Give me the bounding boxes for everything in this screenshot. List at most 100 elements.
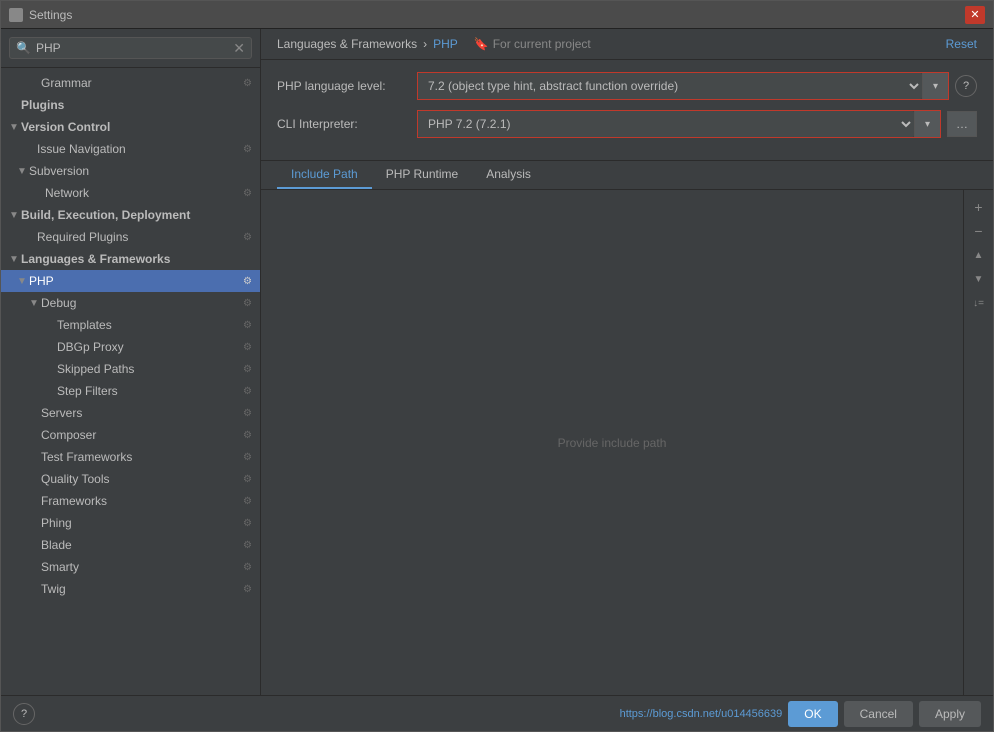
settings-icon: ⚙ bbox=[243, 276, 252, 287]
sidebar-item-label: Step Filters bbox=[57, 384, 118, 398]
sidebar-item-label: Frameworks bbox=[41, 494, 107, 508]
settings-icon: ⚙ bbox=[243, 386, 252, 397]
breadcrumb: Languages & Frameworks › PHP 🔖 For curre… bbox=[277, 37, 591, 51]
empty-hint: Provide include path bbox=[558, 436, 667, 450]
bottom-right: https://blog.csdn.net/u014456639 OK Canc… bbox=[620, 701, 981, 727]
search-clear-icon[interactable]: ✕ bbox=[233, 41, 245, 55]
cli-select-border: PHP 7.2 (7.2.1) ▾ bbox=[417, 110, 941, 138]
php-level-select-border: 7.2 (object type hint, abstract function… bbox=[417, 72, 949, 100]
sidebar-item-composer[interactable]: Composer ⚙ bbox=[1, 424, 260, 446]
sidebar-item-issue-navigation[interactable]: Issue Navigation ⚙ bbox=[1, 138, 260, 160]
cli-interpreter-select[interactable]: PHP 7.2 (7.2.1) bbox=[418, 111, 914, 137]
sidebar-item-label: DBGp Proxy bbox=[57, 340, 124, 354]
sidebar-item-label: Required Plugins bbox=[37, 230, 128, 244]
sidebar-item-plugins[interactable]: Plugins bbox=[1, 94, 260, 116]
sidebar-item-test-frameworks[interactable]: Test Frameworks ⚙ bbox=[1, 446, 260, 468]
url-link[interactable]: https://blog.csdn.net/u014456639 bbox=[620, 708, 783, 720]
sidebar-item-label: Debug bbox=[41, 296, 76, 310]
settings-icon: ⚙ bbox=[243, 342, 252, 353]
php-level-dropdown-arrow[interactable]: ▾ bbox=[922, 73, 948, 99]
cancel-button[interactable]: Cancel bbox=[844, 701, 913, 727]
help-button[interactable]: ? bbox=[955, 75, 977, 97]
search-input[interactable] bbox=[36, 41, 228, 55]
php-language-level-label: PHP language level: bbox=[277, 79, 417, 93]
tab-analysis[interactable]: Analysis bbox=[472, 161, 545, 189]
ok-button[interactable]: OK bbox=[788, 701, 837, 727]
move-up-button[interactable]: ▲ bbox=[968, 244, 990, 266]
php-language-level-select[interactable]: 7.2 (object type hint, abstract function… bbox=[418, 73, 922, 99]
settings-icon: ⚙ bbox=[243, 232, 252, 243]
sidebar-item-version-control[interactable]: ▼ Version Control bbox=[1, 116, 260, 138]
search-icon: 🔍 bbox=[16, 41, 31, 55]
sidebar-item-frameworks[interactable]: Frameworks ⚙ bbox=[1, 490, 260, 512]
php-language-level-row: PHP language level: 7.2 (object type hin… bbox=[277, 72, 977, 100]
sidebar-tree: Grammar ⚙ Plugins ▼ Version Control bbox=[1, 68, 260, 695]
settings-icon: ⚙ bbox=[243, 496, 252, 507]
cli-dropdown-arrow[interactable]: ▾ bbox=[914, 111, 940, 137]
settings-icon: ⚙ bbox=[243, 430, 252, 441]
sidebar-item-languages-frameworks[interactable]: ▼ Languages & Frameworks bbox=[1, 248, 260, 270]
settings-window: Settings ✕ 🔍 ✕ Grammar ⚙ bbox=[0, 0, 994, 732]
tab-include-path[interactable]: Include Path bbox=[277, 161, 372, 189]
move-down-button[interactable]: ▼ bbox=[968, 268, 990, 290]
apply-button[interactable]: Apply bbox=[919, 701, 981, 727]
settings-icon: ⚙ bbox=[243, 78, 252, 89]
remove-path-button[interactable]: − bbox=[968, 220, 990, 242]
cli-more-button[interactable]: … bbox=[947, 111, 977, 137]
sidebar-item-templates[interactable]: Templates ⚙ bbox=[1, 314, 260, 336]
help-circle-button[interactable]: ? bbox=[13, 703, 35, 725]
sidebar-item-label: Quality Tools bbox=[41, 472, 109, 486]
sidebar-item-label: Templates bbox=[57, 318, 112, 332]
sidebar-item-smarty[interactable]: Smarty ⚙ bbox=[1, 556, 260, 578]
sidebar-item-twig[interactable]: Twig ⚙ bbox=[1, 578, 260, 600]
sidebar-item-network[interactable]: Network ⚙ bbox=[1, 182, 260, 204]
settings-icon: ⚙ bbox=[243, 298, 252, 309]
sidebar-item-skipped-paths[interactable]: Skipped Paths ⚙ bbox=[1, 358, 260, 380]
sidebar-item-label: Composer bbox=[41, 428, 96, 442]
settings-icon bbox=[9, 8, 23, 22]
sidebar-item-label: Twig bbox=[41, 582, 66, 596]
main-header: Languages & Frameworks › PHP 🔖 For curre… bbox=[261, 29, 993, 60]
sidebar-item-step-filters[interactable]: Step Filters ⚙ bbox=[1, 380, 260, 402]
reset-button[interactable]: Reset bbox=[946, 37, 977, 51]
sidebar-item-label: Subversion bbox=[29, 164, 89, 178]
sidebar-item-label: Languages & Frameworks bbox=[21, 252, 170, 266]
sidebar-item-label: Test Frameworks bbox=[41, 450, 132, 464]
add-path-button[interactable]: + bbox=[968, 196, 990, 218]
sidebar-item-dbgp-proxy[interactable]: DBGp Proxy ⚙ bbox=[1, 336, 260, 358]
sidebar-item-quality-tools[interactable]: Quality Tools ⚙ bbox=[1, 468, 260, 490]
tab-php-runtime[interactable]: PHP Runtime bbox=[372, 161, 472, 189]
sidebar-item-label: Network bbox=[45, 186, 89, 200]
for-project-label: 🔖 For current project bbox=[474, 37, 591, 51]
sidebar-item-build-execution[interactable]: ▼ Build, Execution, Deployment bbox=[1, 204, 260, 226]
settings-icon: ⚙ bbox=[243, 144, 252, 155]
php-language-level-wrap: 7.2 (object type hint, abstract function… bbox=[417, 72, 977, 100]
sidebar-item-debug[interactable]: ▼ Debug ⚙ bbox=[1, 292, 260, 314]
sidebar-item-blade[interactable]: Blade ⚙ bbox=[1, 534, 260, 556]
sidebar-item-phing[interactable]: Phing ⚙ bbox=[1, 512, 260, 534]
arrow-icon: ▼ bbox=[17, 166, 29, 177]
bottom-bar: ? https://blog.csdn.net/u014456639 OK Ca… bbox=[1, 695, 993, 731]
settings-icon: ⚙ bbox=[243, 188, 252, 199]
close-button[interactable]: ✕ bbox=[965, 6, 985, 24]
settings-icon: ⚙ bbox=[243, 518, 252, 529]
settings-icon: ⚙ bbox=[243, 540, 252, 551]
sidebar-item-grammar[interactable]: Grammar ⚙ bbox=[1, 72, 260, 94]
arrow-icon: ▼ bbox=[17, 276, 29, 287]
sidebar-item-servers[interactable]: Servers ⚙ bbox=[1, 402, 260, 424]
sort-button[interactable]: ↓= bbox=[968, 292, 990, 314]
title-bar: Settings ✕ bbox=[1, 1, 993, 29]
settings-icon: ⚙ bbox=[243, 584, 252, 595]
arrow-icon: ▼ bbox=[9, 210, 21, 221]
sidebar-item-label: Version Control bbox=[21, 120, 110, 134]
sidebar-item-label: Blade bbox=[41, 538, 72, 552]
arrow-icon: ▼ bbox=[9, 254, 21, 265]
sidebar-item-php[interactable]: ▼ PHP ⚙ bbox=[1, 270, 260, 292]
sidebar-item-required-plugins[interactable]: Required Plugins ⚙ bbox=[1, 226, 260, 248]
side-buttons: + − ▲ ▼ ↓= bbox=[963, 190, 993, 695]
sidebar-item-label: Issue Navigation bbox=[37, 142, 126, 156]
sidebar-item-subversion[interactable]: ▼ Subversion bbox=[1, 160, 260, 182]
include-path-panel: Provide include path + − ▲ ▼ ↓= bbox=[261, 190, 993, 695]
cli-interpreter-row: CLI Interpreter: PHP 7.2 (7.2.1) ▾ … bbox=[277, 110, 977, 138]
sidebar-item-label: Smarty bbox=[41, 560, 79, 574]
